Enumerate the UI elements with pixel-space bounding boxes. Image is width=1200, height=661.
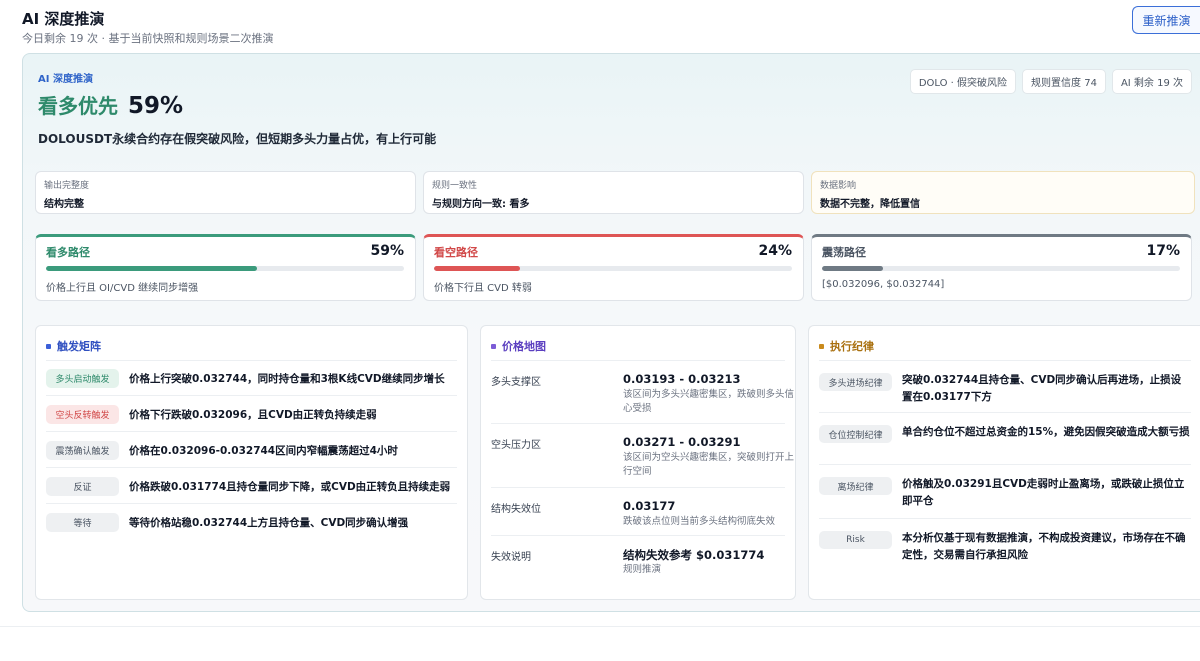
- execution-discipline-card: 执行纪律 多头进场纪律 突破0.032744且持仓量、CVD同步确认后再进场，止…: [808, 325, 1200, 600]
- price-map-label: 结构失效位: [491, 504, 541, 515]
- rule-confidence-chip: 规则置信度 74: [1022, 69, 1106, 94]
- path-percent: 24%: [758, 243, 792, 259]
- price-map-value: 结构失效参考 $0.031774: [623, 548, 765, 562]
- square-bullet-icon: [819, 343, 824, 349]
- metric-data-impact: 数据影响 数据不完整，降低置信: [811, 171, 1195, 214]
- price-map-row: 空头压力区 0.03271 - 0.03291 该区间为空头兴趣密集区，突破则打…: [491, 424, 794, 488]
- path-percent: 59%: [370, 243, 404, 259]
- square-bullet-icon: [46, 343, 51, 349]
- path-name: 看多路径: [46, 246, 90, 259]
- panel-eyebrow: AI 深度推演: [38, 74, 93, 85]
- trigger-row: 多头启动触发 价格上行突破0.032744，同时持仓量和3根K线CVD继续同步增…: [46, 361, 457, 396]
- discipline-text: 价格触及0.03291且CVD走弱时止盈离场，或跌破止损位立即平仓: [902, 478, 1185, 507]
- metric-value: 结构完整: [44, 199, 84, 210]
- analysis-panel: AI 深度推演 看多优先 59% DOLOUSDT永续合约存在假突破风险，但短期…: [22, 53, 1200, 612]
- page-header: AI 深度推演 今日剩余 19 次 · 基于当前快照和规则场景二次推演 重新推演: [22, 6, 1200, 50]
- path-description: 价格下行且 CVD 转弱: [434, 283, 532, 294]
- trigger-text: 价格上行突破0.032744，同时持仓量和3根K线CVD继续同步增长: [129, 373, 445, 385]
- divider: [0, 626, 1200, 627]
- price-map-row: 结构失效位 0.03177 跌破该点位则当前多头结构彻底失效: [491, 488, 785, 536]
- price-map-row: 多头支撑区 0.03193 - 0.03213 该区间为多头兴趣密集区，跌破则多…: [491, 361, 794, 424]
- trigger-badge: 空头反转触发: [46, 405, 119, 424]
- path-progress-fill: [822, 266, 883, 271]
- discipline-badge: 离场纪律: [819, 477, 892, 495]
- path-progress-track: [434, 266, 792, 271]
- metric-label: 数据影响: [820, 181, 857, 191]
- metric-value: 与规则方向一致: 看多: [432, 199, 530, 210]
- discipline-badge: 多头进场纪律: [819, 373, 892, 391]
- trigger-matrix-card: 触发矩阵 多头启动触发 价格上行突破0.032744，同时持仓量和3根K线CVD…: [35, 325, 468, 600]
- path-name: 震荡路径: [822, 246, 866, 259]
- verdict-headline: 看多优先 59%: [38, 90, 183, 119]
- discipline-row: 多头进场纪律 突破0.032744且持仓量、CVD同步确认后再进场，止损设置在0…: [819, 361, 1191, 413]
- trigger-text: 价格在0.032096-0.032744区间内窄幅震荡超过4小时: [129, 445, 398, 457]
- discipline-badge: 仓位控制纪律: [819, 425, 892, 443]
- discipline-row: 仓位控制纪律 单合约仓位不超过总资金的15%，避免因假突破造成大额亏损: [819, 413, 1191, 465]
- page-title: AI 深度推演: [22, 10, 105, 28]
- price-map-label: 空头压力区: [491, 440, 541, 451]
- path-progress-fill: [434, 266, 520, 271]
- discipline-row: 离场纪律 价格触及0.03291且CVD走弱时止盈离场，或跌破止损位立即平仓: [819, 465, 1191, 519]
- price-map-note: 跌破该点位则当前多头结构彻底失效: [623, 516, 776, 527]
- path-description: [$0.032096, $0.032744]: [822, 279, 945, 290]
- trigger-text: 价格跌破0.031774且持仓量同步下降，或CVD由正转负且持续走弱: [129, 481, 451, 493]
- path-card-range: 震荡路径 17% [$0.032096, $0.032744]: [811, 234, 1192, 301]
- price-map-title: 价格地图: [502, 340, 546, 353]
- trigger-badge: 等待: [46, 513, 119, 532]
- metric-label: 规则一致性: [432, 181, 478, 191]
- refresh-analysis-button[interactable]: 重新推演: [1132, 6, 1200, 34]
- trigger-row: 震荡确认触发 价格在0.032096-0.032744区间内窄幅震荡超过4小时: [46, 433, 457, 468]
- trigger-row: 等待 等待价格站稳0.032744上方且持仓量、CVD同步确认增强: [46, 505, 457, 540]
- card-title: 价格地图: [491, 338, 546, 354]
- price-map-label: 多头支撑区: [491, 377, 541, 388]
- card-title: 触发矩阵: [46, 338, 101, 354]
- path-description: 价格上行且 OI/CVD 继续同步增强: [46, 283, 199, 294]
- page-subtitle: 今日剩余 19 次 · 基于当前快照和规则场景二次推演: [22, 32, 274, 45]
- path-progress-fill: [46, 266, 258, 271]
- trigger-badge: 多头启动触发: [46, 369, 119, 388]
- verdict-label: 看多优先: [38, 94, 118, 118]
- trigger-text: 等待价格站稳0.032744上方且持仓量、CVD同步确认增强: [129, 517, 409, 529]
- symbol-risk-chip: DOLO · 假突破风险: [909, 69, 1017, 94]
- metric-rule-consistency: 规则一致性 与规则方向一致: 看多: [423, 171, 804, 214]
- discipline-row: Risk 本分析仅基于现有数据推演，不构成投资建议，市场存在不确定性，交易需自行…: [819, 519, 1191, 571]
- discipline-text: 单合约仓位不超过总资金的15%，避免因假突破造成大额亏损: [902, 426, 1190, 438]
- discipline-text: 突破0.032744且持仓量、CVD同步确认后再进场，止损设置在0.03177下…: [902, 374, 1182, 403]
- metric-label: 输出完整度: [44, 181, 90, 191]
- discipline-badge: Risk: [819, 531, 892, 549]
- path-card-bull: 看多路径 59% 价格上行且 OI/CVD 继续同步增强: [35, 234, 416, 301]
- trigger-text: 价格下行跌破0.032096，且CVD由正转负持续走弱: [129, 409, 377, 421]
- price-map-value: 0.03177: [623, 499, 676, 513]
- square-bullet-icon: [491, 343, 496, 349]
- metric-output-completeness: 输出完整度 结构完整: [35, 171, 416, 214]
- path-percent: 17%: [1146, 243, 1180, 259]
- price-map-label: 失效说明: [491, 552, 531, 563]
- price-map-value: 0.03271 - 0.03291: [623, 435, 741, 449]
- trigger-badge: 震荡确认触发: [46, 441, 119, 460]
- summary-chips: DOLO · 假突破风险 规则置信度 74 AI 剩余 19 次: [909, 69, 1192, 94]
- price-map-card: 价格地图 多头支撑区 0.03193 - 0.03213 该区间为多头兴趣密集区…: [480, 325, 796, 600]
- trigger-badge: 反证: [46, 477, 119, 496]
- price-map-note: 该区间为空头兴趣密集区，突破则打开上行空间: [623, 452, 795, 477]
- execution-discipline-title: 执行纪律: [830, 340, 874, 353]
- trigger-matrix-title: 触发矩阵: [57, 340, 101, 353]
- price-map-row: 失效说明 结构失效参考 $0.031774 规则推演: [491, 536, 785, 588]
- trigger-row: 反证 价格跌破0.031774且持仓量同步下降，或CVD由正转负且持续走弱: [46, 469, 457, 504]
- path-name: 看空路径: [434, 246, 478, 259]
- ai-remaining-chip: AI 剩余 19 次: [1111, 69, 1192, 94]
- summary-text: DOLOUSDT永续合约存在假突破风险，但短期多头力量占优，有上行可能: [38, 132, 437, 146]
- discipline-text: 本分析仅基于现有数据推演，不构成投资建议，市场存在不确定性，交易需自行承担风险: [902, 532, 1186, 561]
- price-map-note: 该区间为多头兴趣密集区，跌破则多头信心受损: [623, 389, 795, 414]
- metric-value: 数据不完整，降低置信: [820, 199, 920, 210]
- trigger-row: 空头反转触发 价格下行跌破0.032096，且CVD由正转负持续走弱: [46, 397, 457, 432]
- path-progress-track: [822, 266, 1180, 271]
- price-map-note: 规则推演: [623, 564, 662, 575]
- price-map-value: 0.03193 - 0.03213: [623, 372, 741, 386]
- card-title: 执行纪律: [819, 338, 874, 354]
- verdict-probability: 59%: [128, 93, 184, 119]
- path-progress-track: [46, 266, 404, 271]
- path-card-bear: 看空路径 24% 价格下行且 CVD 转弱: [423, 234, 804, 301]
